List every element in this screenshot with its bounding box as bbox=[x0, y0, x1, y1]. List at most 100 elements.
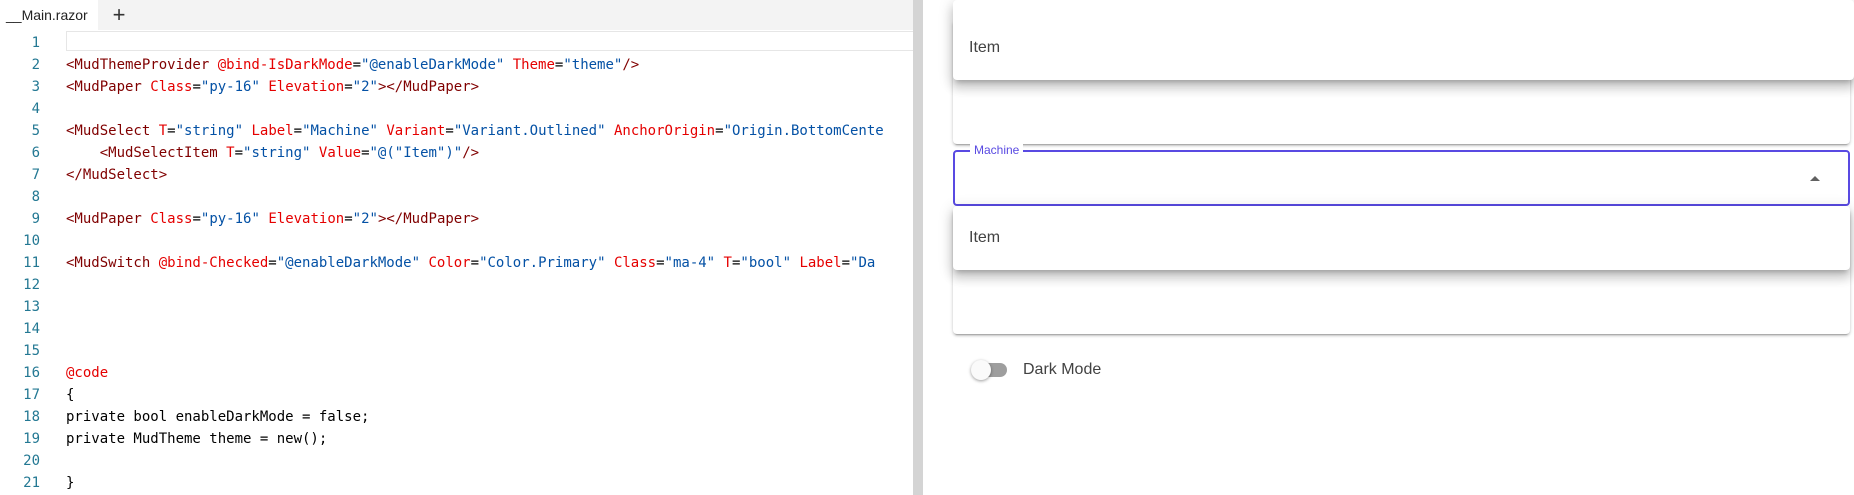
code-token: Label bbox=[799, 255, 842, 271]
code-line[interactable]: 9 <MudPaper Class="py-16" Elevation="2"><… bbox=[0, 208, 913, 230]
code-editor[interactable]: __Main.razor + 1 2 <MudThemeProvider @bind… bbox=[0, 0, 913, 495]
code-token: Variant bbox=[386, 123, 446, 139]
code-token: = bbox=[293, 123, 303, 139]
line-number: 10 bbox=[23, 233, 40, 249]
code-text: <MudSelect T="string" Label="Machine" Va… bbox=[66, 120, 884, 142]
code-token: @code bbox=[66, 365, 109, 381]
code-text: <MudPaper Class="py-16" Elevation="2"></… bbox=[66, 76, 479, 98]
line-number: 8 bbox=[31, 189, 40, 205]
code-token: = bbox=[268, 255, 277, 271]
code-token: </MudSelect> bbox=[66, 167, 168, 183]
code-text: <MudThemeProvider @bind-IsDarkMode="@ena… bbox=[66, 54, 639, 76]
select-option-item[interactable]: Item bbox=[969, 214, 1000, 262]
code-token: = bbox=[344, 211, 353, 227]
code-line[interactable]: 15 bbox=[0, 340, 913, 362]
code-token: "Origin.BottomCente bbox=[723, 123, 884, 139]
code-token: = bbox=[352, 57, 362, 73]
line-number: 18 bbox=[23, 409, 40, 425]
code-token: = bbox=[445, 123, 454, 139]
code-line[interactable]: 7 </MudSelect> bbox=[0, 164, 913, 186]
line-number: 11 bbox=[23, 255, 40, 271]
code-text: <MudSwitch @bind-Checked="@enableDarkMod… bbox=[66, 252, 875, 274]
tab-label: __Main.razor bbox=[6, 7, 88, 23]
select-label: Machine bbox=[970, 143, 1024, 157]
code-line[interactable]: 6 <MudSelectItem T="string" Value="@("It… bbox=[0, 142, 913, 164]
code-line[interactable]: 20 bbox=[0, 450, 913, 472]
line-number: 5 bbox=[31, 123, 40, 139]
code-line[interactable]: 19 private MudTheme theme = new(); bbox=[0, 428, 913, 450]
code-token: /> bbox=[462, 145, 480, 161]
code-line[interactable]: 14 bbox=[0, 318, 913, 340]
line-number: 17 bbox=[23, 387, 40, 403]
line-number: 2 bbox=[31, 57, 40, 73]
code-token: { bbox=[66, 387, 75, 403]
code-token: Elevation bbox=[268, 79, 345, 95]
code-token: <MudSwitch bbox=[66, 255, 159, 271]
code-line[interactable]: 12 bbox=[0, 274, 913, 296]
code-token: "string" bbox=[175, 123, 244, 139]
code-line[interactable]: 2 <MudThemeProvider @bind-IsDarkMode="@en… bbox=[0, 54, 913, 76]
code-token: T bbox=[226, 145, 235, 161]
code-token: = bbox=[361, 145, 370, 161]
code-line[interactable]: 1 bbox=[0, 32, 913, 54]
line-number: 19 bbox=[23, 431, 40, 447]
code-line[interactable]: 8 bbox=[0, 186, 913, 208]
code-token: = bbox=[841, 255, 851, 271]
code-line[interactable]: 17 { bbox=[0, 384, 913, 406]
code-line[interactable]: 18 private bool enableDarkMode = false; bbox=[0, 406, 913, 428]
add-tab-button[interactable]: + bbox=[107, 3, 131, 27]
code-text: } bbox=[66, 472, 74, 494]
code-line[interactable]: 3 <MudPaper Class="py-16" Elevation="2"><… bbox=[0, 76, 913, 98]
code-token: "theme" bbox=[563, 57, 623, 73]
code-token: @bind-Checked bbox=[158, 255, 269, 271]
code-text: <MudSelectItem T="string" Value="@("Item… bbox=[66, 142, 479, 164]
code-text: @code bbox=[66, 362, 108, 384]
code-token: ></MudPaper> bbox=[377, 211, 480, 227]
code-text: private bool enableDarkMode = false; bbox=[66, 406, 369, 428]
line-number: 21 bbox=[23, 475, 40, 491]
code-token: "string" bbox=[243, 145, 311, 161]
code-line[interactable]: 4 bbox=[0, 98, 913, 120]
code-token: "Machine" bbox=[302, 123, 378, 139]
code-token: = bbox=[344, 79, 353, 95]
code-line[interactable]: 11 <MudSwitch @bind-Checked="@enableDarkM… bbox=[0, 252, 913, 274]
code-line[interactable]: 16 @code bbox=[0, 362, 913, 384]
switch-label: Dark Mode bbox=[1023, 361, 1102, 378]
code-token: "py-16" bbox=[200, 211, 260, 227]
code-token: @bind-IsDarkMode bbox=[217, 57, 353, 73]
code-token: "@enableDarkMode" bbox=[276, 255, 421, 271]
code-token: Label bbox=[251, 123, 294, 139]
code-line[interactable]: 5 <MudSelect T="string" Label="Machine" V… bbox=[0, 120, 913, 142]
pane-splitter[interactable] bbox=[913, 0, 923, 495]
switch-thumb[interactable] bbox=[971, 360, 991, 380]
code-token: "@enableDarkMode" bbox=[361, 57, 505, 73]
line-number: 15 bbox=[23, 343, 40, 359]
code-area[interactable]: 1 2 <MudThemeProvider @bind-IsDarkMode="@e… bbox=[0, 32, 913, 494]
switch-track[interactable] bbox=[971, 360, 1007, 380]
line-number: 6 bbox=[31, 145, 40, 161]
tab-main-razor[interactable]: __Main.razor bbox=[0, 0, 98, 30]
dark-mode-switch: Dark Mode bbox=[971, 358, 1102, 382]
code-token: "Color.Primary" bbox=[479, 255, 606, 271]
code-token: <MudSelectItem bbox=[66, 145, 227, 161]
code-token: Class bbox=[613, 255, 657, 271]
code-token: Color bbox=[428, 255, 471, 271]
code-token: "ma-4" bbox=[664, 255, 716, 271]
code-token: "2" bbox=[352, 79, 378, 95]
code-token: Class bbox=[150, 79, 193, 95]
code-text: <MudPaper Class="py-16" Elevation="2"></… bbox=[66, 208, 479, 230]
code-text: </MudSelect> bbox=[66, 164, 167, 186]
machine-select[interactable]: Machine bbox=[953, 143, 1850, 206]
arrow-up-icon bbox=[1810, 176, 1820, 181]
select-option-item[interactable]: Item bbox=[969, 24, 1000, 72]
code-token: } bbox=[66, 475, 75, 491]
code-line[interactable]: 13 bbox=[0, 296, 913, 318]
code-line[interactable]: 21} bbox=[0, 472, 913, 494]
code-token: Value bbox=[318, 145, 362, 161]
code-line[interactable]: 10 bbox=[0, 230, 913, 252]
